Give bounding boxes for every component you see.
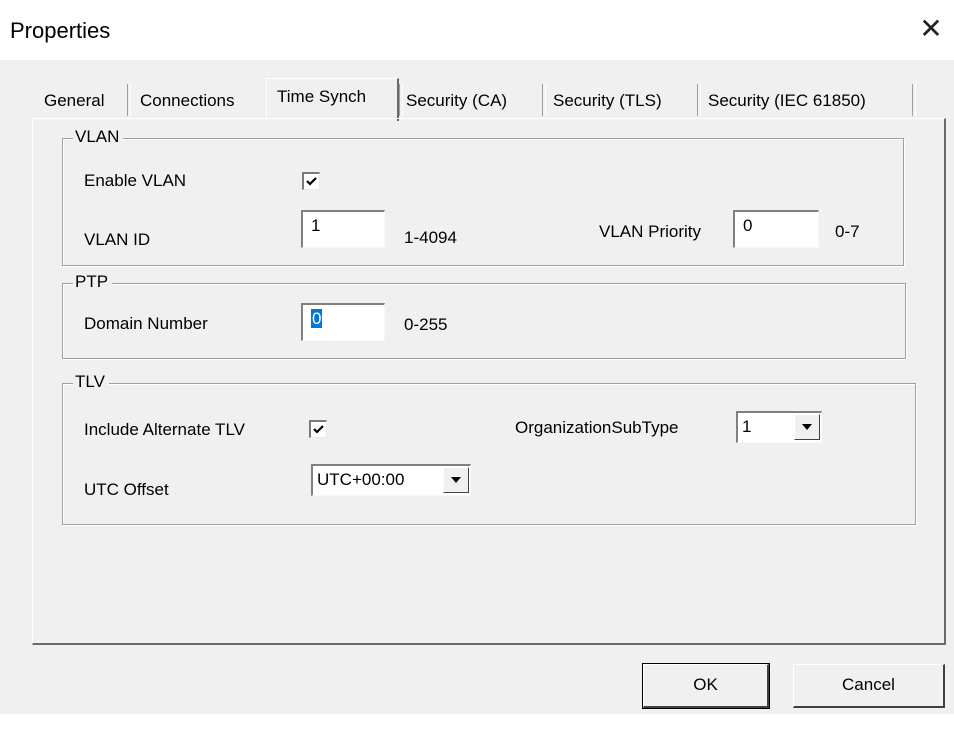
chevron-down-icon bbox=[451, 477, 461, 483]
tab-security-ca[interactable]: Security (CA) bbox=[406, 86, 507, 118]
tab-security-iec61850[interactable]: Security (IEC 61850) bbox=[708, 86, 866, 118]
domain-number-range: 0-255 bbox=[404, 315, 448, 334]
tab-separator bbox=[912, 84, 916, 116]
tlv-group: TLV bbox=[62, 372, 916, 525]
vlan-priority-label: VLAN Priority bbox=[599, 222, 702, 241]
domain-number-label: Domain Number bbox=[84, 314, 208, 333]
vlan-priority-input[interactable]: 0 bbox=[733, 210, 819, 248]
tab-time-synch-label: Time Synch bbox=[277, 87, 367, 106]
window-title: Properties bbox=[10, 18, 111, 43]
utc-offset-label: UTC Offset bbox=[84, 480, 169, 499]
ok-button[interactable]: OK bbox=[642, 663, 770, 709]
title-bar: Properties ✕ bbox=[0, 0, 954, 60]
organization-subtype-select[interactable]: 1 bbox=[736, 411, 822, 443]
tab-separator bbox=[697, 84, 701, 116]
utc-offset-select[interactable]: UTC+00:00 bbox=[311, 464, 471, 496]
checkmark-icon bbox=[313, 425, 324, 434]
tab-security-tls[interactable]: Security (TLS) bbox=[553, 86, 662, 118]
dropdown-button[interactable] bbox=[794, 414, 820, 440]
ptp-legend: PTP bbox=[73, 272, 113, 292]
tab-connections[interactable]: Connections bbox=[140, 86, 235, 118]
tab-separator bbox=[542, 84, 546, 116]
vlan-id-input[interactable]: 1 bbox=[301, 210, 385, 248]
organization-subtype-value: 1 bbox=[742, 417, 752, 436]
enable-vlan-label: Enable VLAN bbox=[84, 171, 187, 190]
organization-subtype-label: OrganizationSubType bbox=[515, 418, 679, 437]
dropdown-button[interactable] bbox=[443, 467, 469, 493]
tab-general[interactable]: General bbox=[44, 86, 104, 118]
vlan-legend: VLAN bbox=[73, 127, 124, 147]
domain-number-input[interactable]: 0 bbox=[301, 303, 385, 341]
include-alternate-tlv-label: Include Alternate TLV bbox=[84, 420, 245, 439]
vlan-id-range: 1-4094 bbox=[404, 228, 457, 247]
tlv-legend: TLV bbox=[73, 372, 109, 392]
include-alternate-tlv-checkbox[interactable] bbox=[309, 420, 327, 438]
vlan-id-label: VLAN ID bbox=[84, 230, 151, 249]
tab-separator bbox=[399, 84, 403, 116]
cancel-button[interactable]: Cancel bbox=[793, 664, 945, 708]
vlan-priority-range: 0-7 bbox=[835, 222, 860, 241]
properties-dialog: Properties ✕ General Connections Time Sy… bbox=[0, 0, 954, 732]
tab-separator bbox=[127, 84, 131, 116]
tab-time-synch[interactable]: Time Synch bbox=[266, 78, 399, 121]
enable-vlan-checkbox[interactable] bbox=[302, 172, 320, 190]
bottom-strip bbox=[0, 714, 954, 732]
utc-offset-value: UTC+00:00 bbox=[317, 470, 405, 489]
domain-number-value: 0 bbox=[311, 309, 323, 328]
checkmark-icon bbox=[306, 177, 317, 186]
chevron-down-icon bbox=[802, 424, 812, 430]
close-icon[interactable]: ✕ bbox=[914, 12, 948, 46]
